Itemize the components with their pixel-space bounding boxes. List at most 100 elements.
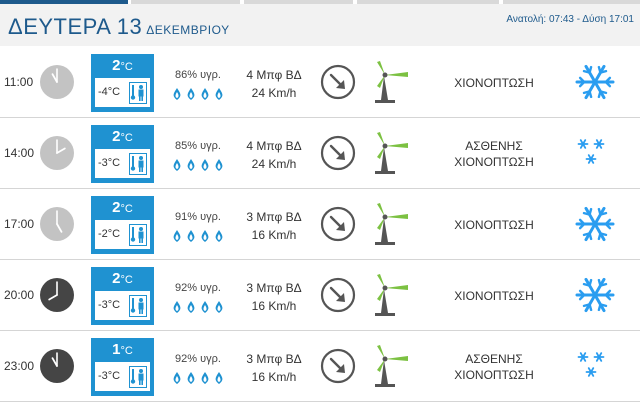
wind-speed: 16 Km/h [251,299,297,313]
day-clock-icon [39,64,75,100]
humidity-drops-icon [170,87,226,101]
night-clock-icon [39,348,75,384]
wind-turbine-icon [372,60,412,104]
condition-line: ΧΙΟΝΟΠΤΩΣΗ [454,289,534,303]
heavy-snow-icon [574,61,616,103]
time-label: 23:00 [4,359,35,373]
feels-like-temperature: -3°C [98,299,121,311]
humidity-drops-icon [170,300,226,314]
condition-line: ΧΙΟΝΟΠΤΩΣΗ [454,76,534,90]
wind-turbine-icon [372,273,412,317]
temperature-unit: °C [120,132,133,144]
heavy-snow-icon [574,274,616,316]
day-name: ΔΕΥΤΕΡΑ 13 [8,14,143,39]
wind-direction-icon [320,135,356,171]
wind-turbine-icon [372,202,412,246]
wind-info: 4 Μπφ ΒΔ 24 Km/h [236,66,312,102]
wind-info: 3 Μπφ ΒΔ 16 Km/h [236,208,312,244]
temperature-value: 1 [112,341,121,358]
forecast-row[interactable]: 20:00 2°C -3°C 92% υγρ. 3 Μπφ ΒΔ 16 Km/h ΧΙΟΝΟ… [0,260,640,331]
feels-like-box: -4°C [94,77,151,108]
wind-direction-icon [320,64,356,100]
wind-info: 4 Μπφ ΒΔ 24 Km/h [236,137,312,173]
thermometer-person-icon [129,295,147,317]
wind-turbine-icon [372,344,412,388]
temperature: 1°C [91,341,154,358]
temperature-box: 2°C -2°C [91,196,154,254]
day-header: ΔΕΥΤΕΡΑ 13 ΔΕΚΕΜΒΡΙΟΥ Ανατολή: 07:43 - Δύ… [0,4,640,46]
thermometer-person-icon [129,224,147,246]
wind-turbine-icon [372,131,412,175]
wind-speed: 24 Km/h [251,157,297,171]
night-clock-icon [39,277,75,313]
feels-like-box: -2°C [94,219,151,250]
humidity-label: 86% υγρ. [175,69,221,81]
wind-speed: 24 Km/h [251,86,297,100]
temperature-value: 2 [112,128,121,145]
wind-info: 3 Μπφ ΒΔ 16 Km/h [236,279,312,315]
feels-like-box: -3°C [94,148,151,179]
temperature-unit: °C [120,61,133,73]
temperature-value: 2 [112,57,121,74]
weather-condition: ΧΙΟΝΟΠΤΩΣΗ [420,75,568,91]
humidity-label: 92% υγρ. [175,353,221,365]
temperature-value: 2 [112,199,121,216]
temperature-value: 2 [112,270,121,287]
sunrise-sunset: Ανατολή: 07:43 - Δύση 17:01 [506,14,634,25]
forecast-row[interactable]: 17:00 2°C -2°C 91% υγρ. 3 Μπφ ΒΔ 16 Km/h ΧΙΟΝΟ… [0,189,640,260]
wind-direction-icon [320,206,356,242]
wind-force: 3 Μπφ ΒΔ [246,281,302,295]
day-clock-icon [39,206,75,242]
temperature-box: 2°C -4°C [91,54,154,112]
temperature: 2°C [91,57,154,74]
day-clock-icon [39,135,75,171]
weather-condition: ΧΙΟΝΟΠΤΩΣΗ [420,288,568,304]
wind-speed: 16 Km/h [251,370,297,384]
condition-line: ΑΣΘΕΝΗΣ [465,139,523,153]
feels-like-temperature: -3°C [98,370,121,382]
weather-condition: ΧΙΟΝΟΠΤΩΣΗ [420,217,568,233]
temperature-box: 2°C -3°C [91,125,154,183]
thermometer-person-icon [129,366,147,388]
temperature: 2°C [91,128,154,145]
forecast-rows: 11:00 2°C -4°C 86% υγρ. 4 Μπφ ΒΔ 24 Km/h ΧΙΟΝΟ… [0,47,640,402]
condition-line: ΧΙΟΝΟΠΤΩΣΗ [454,218,534,232]
condition-line: ΧΙΟΝΟΠΤΩΣΗ [454,155,534,169]
wind-force: 4 Μπφ ΒΔ [246,139,302,153]
feels-like-box: -3°C [94,290,151,321]
wind-force: 3 Μπφ ΒΔ [246,210,302,224]
time-label: 20:00 [4,288,35,302]
wind-speed: 16 Km/h [251,228,297,242]
humidity-drops-icon [170,229,226,243]
humidity-label: 92% υγρ. [175,282,221,294]
temperature-unit: °C [120,345,133,357]
weather-condition: ΑΣΘΕΝΗΣ ΧΙΟΝΟΠΤΩΣΗ [420,351,568,383]
feels-like-temperature: -4°C [98,86,121,98]
thermometer-person-icon [129,82,147,104]
humidity-drops-icon [170,158,226,172]
wind-info: 3 Μπφ ΒΔ 16 Km/h [236,350,312,386]
feels-like-temperature: -2°C [98,228,121,240]
humidity-label: 85% υγρ. [175,140,221,152]
temperature-unit: °C [120,274,133,286]
condition-line: ΑΣΘΕΝΗΣ [465,352,523,366]
wind-direction-icon [320,277,356,313]
forecast-row[interactable]: 11:00 2°C -4°C 86% υγρ. 4 Μπφ ΒΔ 24 Km/h ΧΙΟΝΟ… [0,47,640,118]
light-snow-icon [574,132,616,174]
temperature-unit: °C [120,203,133,215]
weather-condition: ΑΣΘΕΝΗΣ ΧΙΟΝΟΠΤΩΣΗ [420,138,568,170]
feels-like-temperature: -3°C [98,157,121,169]
heavy-snow-icon [574,203,616,245]
wind-direction-icon [320,348,356,384]
temperature: 2°C [91,199,154,216]
wind-force: 3 Μπφ ΒΔ [246,352,302,366]
time-label: 17:00 [4,217,35,231]
condition-line: ΧΙΟΝΟΠΤΩΣΗ [454,368,534,382]
wind-force: 4 Μπφ ΒΔ [246,68,302,82]
forecast-row[interactable]: 23:00 1°C -3°C 92% υγρ. 3 Μπφ ΒΔ 16 Km/h ΑΣΘΕΝ… [0,331,640,402]
forecast-row[interactable]: 14:00 2°C -3°C 85% υγρ. 4 Μπφ ΒΔ 24 Km/h ΑΣΘΕΝ… [0,118,640,189]
month-name: ΔΕΚΕΜΒΡΙΟΥ [146,23,230,37]
temperature: 2°C [91,270,154,287]
humidity-drops-icon [170,371,226,385]
day-title: ΔΕΥΤΕΡΑ 13 ΔΕΚΕΜΒΡΙΟΥ [8,14,230,40]
